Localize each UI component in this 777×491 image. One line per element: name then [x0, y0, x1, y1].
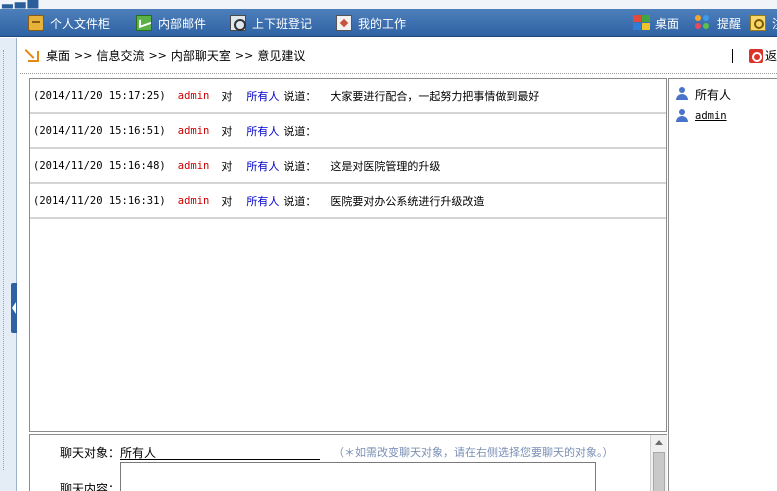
- nav-personal-cabinet[interactable]: 个人文件柜: [28, 9, 110, 37]
- top-strip: ▂▃▅: [0, 0, 777, 9]
- scroll-thumb[interactable]: [653, 452, 665, 491]
- chat-content-textarea[interactable]: [120, 462, 596, 491]
- nav-label: 提醒: [717, 16, 742, 31]
- breadcrumb-separator: >>: [234, 49, 254, 62]
- back-control[interactable]: 返: [731, 47, 777, 64]
- nav-my-work[interactable]: 我的工作: [336, 9, 406, 37]
- message-said: 说道：: [283, 89, 317, 103]
- breadcrumb-item-info-exchange[interactable]: 信息交流: [96, 47, 144, 64]
- message-recipient[interactable]: 所有人: [246, 123, 279, 139]
- message-said: 说道：: [283, 159, 317, 173]
- mail-icon: [136, 15, 152, 31]
- user-item-admin[interactable]: admin: [669, 105, 777, 127]
- nav-label: 个人文件柜: [50, 16, 111, 31]
- breadcrumb-item-chatroom[interactable]: 内部聊天室: [171, 47, 231, 64]
- message-time: (2014/11/20 15:16:31): [33, 194, 166, 207]
- message-text: 大家要进行配合，一起努力把事情做到最好: [330, 89, 540, 103]
- message-verb: 对: [221, 194, 233, 208]
- message-recipient[interactable]: 所有人: [246, 193, 279, 209]
- message-text: 医院要对办公系统进行升级改造: [330, 194, 485, 208]
- user-name: 所有人: [695, 87, 732, 102]
- back-icon: [748, 48, 763, 63]
- nav-label: 注: [772, 15, 777, 32]
- attendance-icon: [230, 15, 246, 31]
- message-time: (2014/11/20 15:16:48): [33, 159, 166, 172]
- message-sender[interactable]: admin: [178, 125, 210, 137]
- chat-message: (2014/11/20 15:16:31) admin 对 所有人 说道： 医院…: [30, 184, 666, 219]
- scroll-up-icon[interactable]: [655, 440, 663, 445]
- user-name: admin: [695, 110, 727, 122]
- chat-content-label: 聊天内容：: [60, 482, 121, 491]
- work-icon: [336, 15, 352, 31]
- message-said: 说道：: [283, 124, 317, 138]
- nav-logout[interactable]: 注: [750, 9, 777, 37]
- user-icon: [675, 109, 689, 123]
- remind-icon: [695, 15, 711, 31]
- chat-page: ▂▃▅ 个人文件柜 内部邮件 上下班登记 我的工作 桌面 提醒 桌面 >> 信息…: [0, 0, 777, 491]
- file-cabinet-icon: [28, 15, 44, 31]
- nav-internal-mail[interactable]: 内部邮件: [136, 9, 206, 37]
- chat-message-list[interactable]: (2014/11/20 15:17:25) admin 对 所有人 说道： 大家…: [29, 78, 667, 432]
- message-verb: 对: [221, 89, 233, 103]
- breadcrumb: 桌面 >> 信息交流 >> 内部聊天室 >> 意见建议 返: [20, 38, 777, 74]
- online-user-list: 所有人 admin: [668, 78, 777, 491]
- nav-attendance[interactable]: 上下班登记: [230, 9, 312, 37]
- message-time: (2014/11/20 15:17:25): [33, 89, 166, 102]
- brand-logo: ▂▃▅: [2, 0, 41, 9]
- left-sidebar-collapsed: [0, 38, 17, 491]
- breadcrumb-arrow-icon: [26, 49, 40, 63]
- breadcrumb-separator: >>: [148, 49, 167, 62]
- message-recipient[interactable]: 所有人: [246, 158, 279, 174]
- chat-message: (2014/11/20 15:16:48) admin 对 所有人 说道： 这是…: [30, 149, 666, 184]
- back-label: 返: [764, 49, 777, 63]
- desktop-icon: [633, 15, 650, 31]
- message-verb: 对: [221, 159, 233, 173]
- chat-input-area: 聊天对象： 所有人 （＊如需改变聊天对象，请在右侧选择您要聊天的对象。） 聊天内…: [29, 434, 667, 491]
- breadcrumb-item-current: 意见建议: [257, 49, 306, 63]
- chat-message: (2014/11/20 15:16:51) admin 对 所有人 说道：: [30, 114, 666, 149]
- message-recipient[interactable]: 所有人: [246, 88, 279, 104]
- nav-remind[interactable]: 提醒: [695, 9, 741, 37]
- message-time: (2014/11/20 15:16:51): [33, 124, 166, 137]
- chat-target-field[interactable]: 所有人: [120, 444, 320, 460]
- nav-label: 桌面: [655, 16, 680, 31]
- breadcrumb-separator: >>: [74, 49, 93, 62]
- nav-label: 上下班登记: [252, 16, 313, 31]
- page-scrollbar[interactable]: [650, 435, 667, 491]
- message-sender[interactable]: admin: [178, 90, 210, 102]
- nav-label: 我的工作: [358, 16, 407, 31]
- nav-label: 内部邮件: [158, 16, 207, 31]
- key-icon: [750, 15, 766, 31]
- message-sender[interactable]: admin: [178, 195, 210, 207]
- breadcrumb-item-desktop[interactable]: 桌面: [46, 47, 70, 64]
- sidebar-toggle-handle[interactable]: [11, 283, 17, 333]
- top-navbar: 个人文件柜 内部邮件 上下班登记 我的工作 桌面 提醒 注: [0, 9, 777, 37]
- chat-target-label: 聊天对象：: [60, 446, 121, 460]
- message-verb: 对: [221, 124, 233, 138]
- user-icon: [675, 87, 689, 101]
- nav-desktop[interactable]: 桌面: [633, 9, 679, 37]
- message-said: 说道：: [283, 194, 317, 208]
- message-text: 这是对医院管理的升级: [330, 159, 441, 173]
- chat-message: (2014/11/20 15:17:25) admin 对 所有人 说道： 大家…: [30, 79, 666, 114]
- chat-target-hint: （＊如需改变聊天对象，请在右侧选择您要聊天的对象。）: [333, 446, 614, 459]
- user-item-all[interactable]: 所有人: [669, 83, 777, 105]
- message-sender[interactable]: admin: [178, 160, 210, 172]
